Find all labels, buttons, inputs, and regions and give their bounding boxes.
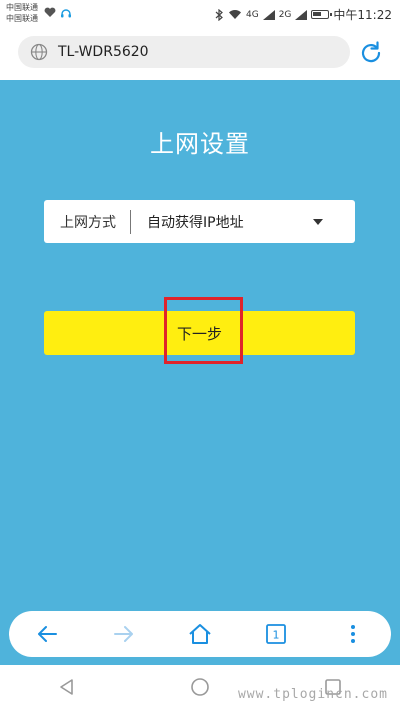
select-divider xyxy=(130,209,131,234)
wifi-icon xyxy=(229,10,241,19)
reload-icon[interactable] xyxy=(358,40,384,66)
carrier-2: 中国联通 xyxy=(6,14,38,23)
carrier-1: 中国联通 xyxy=(6,3,38,12)
back-arrow-icon[interactable] xyxy=(33,620,61,648)
address-bar-row: TL-WDR5620 xyxy=(0,28,400,80)
signal-type-1: 4G xyxy=(246,9,259,20)
more-menu-icon[interactable] xyxy=(339,620,367,648)
headset-icon xyxy=(61,9,71,18)
connection-type-label: 上网方式 xyxy=(60,214,116,231)
highlight-annotation-box xyxy=(164,297,243,364)
carrier-info: 中国联通 中国联通 xyxy=(6,2,38,24)
forward-arrow-icon[interactable] xyxy=(110,620,138,648)
signal-type-2: 2G xyxy=(278,9,292,20)
address-bar[interactable]: TL-WDR5620 xyxy=(18,36,350,68)
heart-icon xyxy=(44,7,56,18)
setup-page: 上网设置 上网方式 自动获得IP地址 下一步 xyxy=(0,80,400,615)
battery-icon xyxy=(311,10,333,19)
status-bar: 中国联通 中国联通 4G 2G 中午11:22 xyxy=(0,0,400,28)
system-nav-bar: www.tplogincn.com xyxy=(0,665,400,711)
url-text: TL-WDR5620 xyxy=(58,44,149,60)
connection-type-value: 自动获得IP地址 xyxy=(147,214,244,231)
tabs-icon[interactable]: 1 xyxy=(262,620,290,648)
home-icon[interactable] xyxy=(186,620,214,648)
signal-bars-1-icon xyxy=(262,9,275,20)
globe-icon xyxy=(30,43,48,61)
nav-home-icon[interactable] xyxy=(188,675,212,699)
bluetooth-icon xyxy=(215,8,223,21)
page-title: 上网设置 xyxy=(150,130,250,158)
clock: 中午11:22 xyxy=(333,8,392,22)
browser-toolbar: 1 xyxy=(9,611,391,657)
tab-count: 1 xyxy=(273,629,280,642)
signal-bars-2-icon xyxy=(295,9,308,20)
connection-type-select[interactable]: 上网方式 自动获得IP地址 xyxy=(44,200,355,243)
watermark-text: www.tplogincn.com xyxy=(237,687,388,702)
nav-back-icon[interactable] xyxy=(55,675,79,699)
dropdown-caret-icon xyxy=(313,218,323,225)
